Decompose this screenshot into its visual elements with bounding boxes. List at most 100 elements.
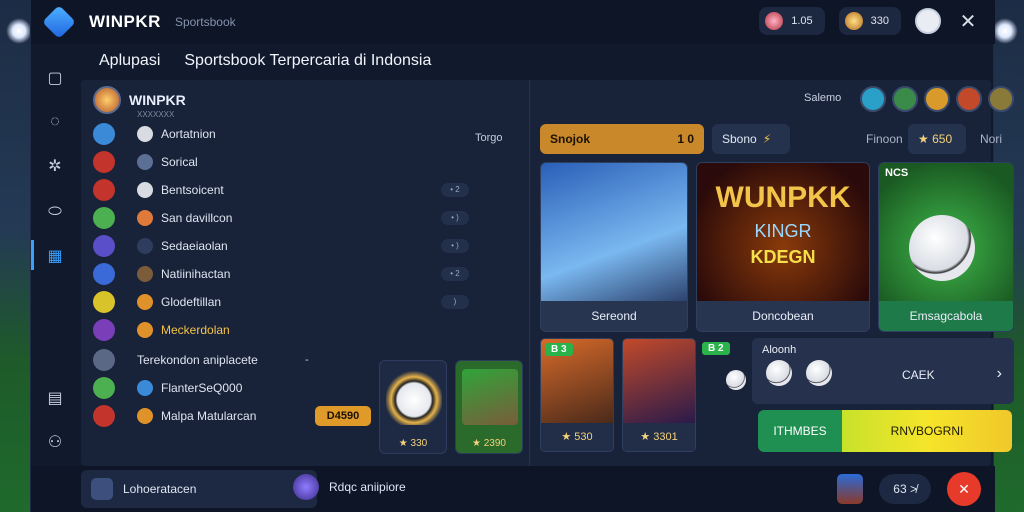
close-icon[interactable]: ✕ <box>955 9 981 34</box>
game-caption: Doncobean <box>697 301 869 331</box>
small-game-art: B 3 <box>541 339 613 423</box>
profile-icon[interactable]: ⚇ <box>45 432 65 452</box>
promo-progress-bar[interactable]: ITHMBES RNVBOGRNI <box>758 410 1012 452</box>
tab-sbono[interactable]: Sbono ⚡ <box>712 124 790 154</box>
tab-finoon[interactable]: Finoon <box>856 124 913 154</box>
bottom-count[interactable]: 63 ≯ <box>879 474 931 504</box>
bottom-item-label: Lohoeratacen <box>123 482 197 496</box>
chip-icon <box>765 12 784 30</box>
ball-icon <box>766 360 792 386</box>
list-item-label: Natiinihactan <box>161 267 231 281</box>
featured-tagline: KDEGN <box>750 247 816 267</box>
mini-game-card[interactable]: ★ 330 <box>379 360 447 454</box>
tab-label: Sbono <box>722 132 757 146</box>
price-pill[interactable]: D4590 <box>315 406 371 426</box>
floodlight-right <box>992 18 1018 44</box>
player-art <box>462 369 518 425</box>
shirt-icon <box>93 151 115 173</box>
progress-right-label: RNVBOGRNI <box>842 410 1012 452</box>
ball-icon <box>806 360 832 386</box>
rugby-icon[interactable]: ⬭ <box>45 202 65 222</box>
balance-pill[interactable]: 1.05 <box>759 7 825 35</box>
page-heading-right: Sportsbook Terpercaria di Indonsia <box>184 52 432 69</box>
tab-count: 1 0 <box>677 132 694 146</box>
avatar[interactable] <box>892 86 918 112</box>
floodlight-left <box>6 18 32 44</box>
league-list: WINPKR XXXXXXX Torgo Aortatnion Sorical … <box>81 80 531 466</box>
list-item[interactable]: Aortatnion <box>81 120 531 148</box>
small-game-card[interactable]: B 3 ★ 530 <box>540 338 614 452</box>
table-icon[interactable]: ▤ <box>45 388 65 408</box>
list-item[interactable]: Bentsoicent • 2 <box>81 176 531 204</box>
close-fab-button[interactable]: ✕ <box>947 472 981 506</box>
tab-snojok[interactable]: Snojok 1 0 <box>540 124 704 154</box>
avatar[interactable] <box>956 86 982 112</box>
list-item-label: Bentsoicent <box>161 183 224 197</box>
list-item-count: • 2 <box>441 183 469 197</box>
info-cta: CAEK <box>902 368 935 382</box>
app-window: WINPKR Sportsbook 1.05 330 ✕ Aplupasi Sp… <box>30 0 1014 512</box>
list-item[interactable]: Sorical <box>81 148 531 176</box>
progress-left-label: ITHMBES <box>758 410 842 452</box>
game-caption: Sereond <box>541 301 687 331</box>
bottom-bar: Lohoeratacen › Rdqc aniipiore 63 ≯ ✕ <box>31 466 995 512</box>
sports-icon[interactable]: ◌ <box>45 112 65 132</box>
list-item-label: Sedaeiaolan <box>161 239 228 253</box>
list-item-count: • ) <box>441 211 469 225</box>
settings-icon[interactable]: ✲ <box>45 156 65 176</box>
avatar[interactable] <box>860 86 886 112</box>
ball-icon <box>137 380 153 396</box>
list-item[interactable]: San davillcon • ) <box>81 204 531 232</box>
shoe-icon <box>137 210 153 226</box>
bottom-menu-item[interactable]: Lohoeratacen › <box>81 470 317 508</box>
shield-icon <box>137 266 153 282</box>
football-icon <box>909 215 975 281</box>
bottom-link-label: Rdqc aniipiore <box>329 480 406 494</box>
game-badge: B 2 <box>702 342 730 355</box>
music-icon <box>293 474 319 500</box>
trophy-icon <box>93 235 115 257</box>
list-item[interactable]: Meckerdolan <box>81 316 531 344</box>
list-item-count: ) <box>441 295 469 309</box>
top-bar: WINPKR Sportsbook 1.05 330 ✕ <box>31 0 995 44</box>
avatar[interactable] <box>988 86 1014 112</box>
coins-value: 330 <box>870 15 889 27</box>
lightning-icon: ⚡ <box>762 132 772 146</box>
list-item[interactable]: Glodeftillan ) <box>81 288 531 316</box>
small-game-card[interactable]: ★ 3301 <box>622 338 696 452</box>
game-card[interactable]: NCS Emsagcabola <box>878 162 1014 332</box>
game-badge: NCS <box>885 167 909 179</box>
chevron-right-icon[interactable]: › <box>997 365 1002 383</box>
game-caption: Emsagcabola <box>879 301 1013 331</box>
game-card[interactable]: Sereond <box>540 162 688 332</box>
bag-icon[interactable] <box>837 474 864 504</box>
list-item[interactable]: Sedaeiaolan • ) <box>81 232 531 260</box>
info-card[interactable]: Aloonh CAEK › <box>752 338 1014 404</box>
player-avatars <box>860 86 1014 112</box>
games-area: Salemo Snojok 1 0 Sbono ⚡ Finoon ★ 650 N… <box>529 80 1014 466</box>
list-item[interactable]: Natiinihactan • 2 <box>81 260 531 288</box>
home-icon[interactable]: ▢ <box>45 68 65 88</box>
left-rail: ▢ ◌ ✲ ⬭ ▦ ▤ ⚇ ↻ <box>31 60 79 512</box>
star-icon <box>137 322 153 338</box>
game-card-featured[interactable]: WUNPKK KINGR KDEGN Doncobean <box>696 162 870 332</box>
mini-game-card[interactable]: ★ 2390 <box>455 360 523 454</box>
tab-points[interactable]: ★ 650 <box>908 124 966 154</box>
bottom-link[interactable]: Rdqc aniipiore <box>293 474 406 500</box>
target-icon <box>93 319 115 341</box>
section-label: Sportsbook <box>174 15 236 29</box>
active-indicator <box>31 240 34 270</box>
list-item-count: • ) <box>441 239 469 253</box>
tab-label: ★ 650 <box>918 132 953 146</box>
grid-icon[interactable]: ▦ <box>45 246 65 266</box>
small-game-price: ★ 530 <box>541 423 613 451</box>
star-icon <box>93 405 115 427</box>
bottom-right-controls: 63 ≯ ✕ <box>837 472 981 506</box>
ball-icon <box>137 126 153 142</box>
user-avatar[interactable] <box>915 8 941 34</box>
featured-game-art: WUNPKK KINGR KDEGN <box>697 163 869 303</box>
tab-nori[interactable]: Nori <box>970 124 1012 154</box>
coins-pill[interactable]: 330 <box>838 7 901 35</box>
app-logo-icon[interactable] <box>42 5 76 39</box>
avatar[interactable] <box>924 86 950 112</box>
